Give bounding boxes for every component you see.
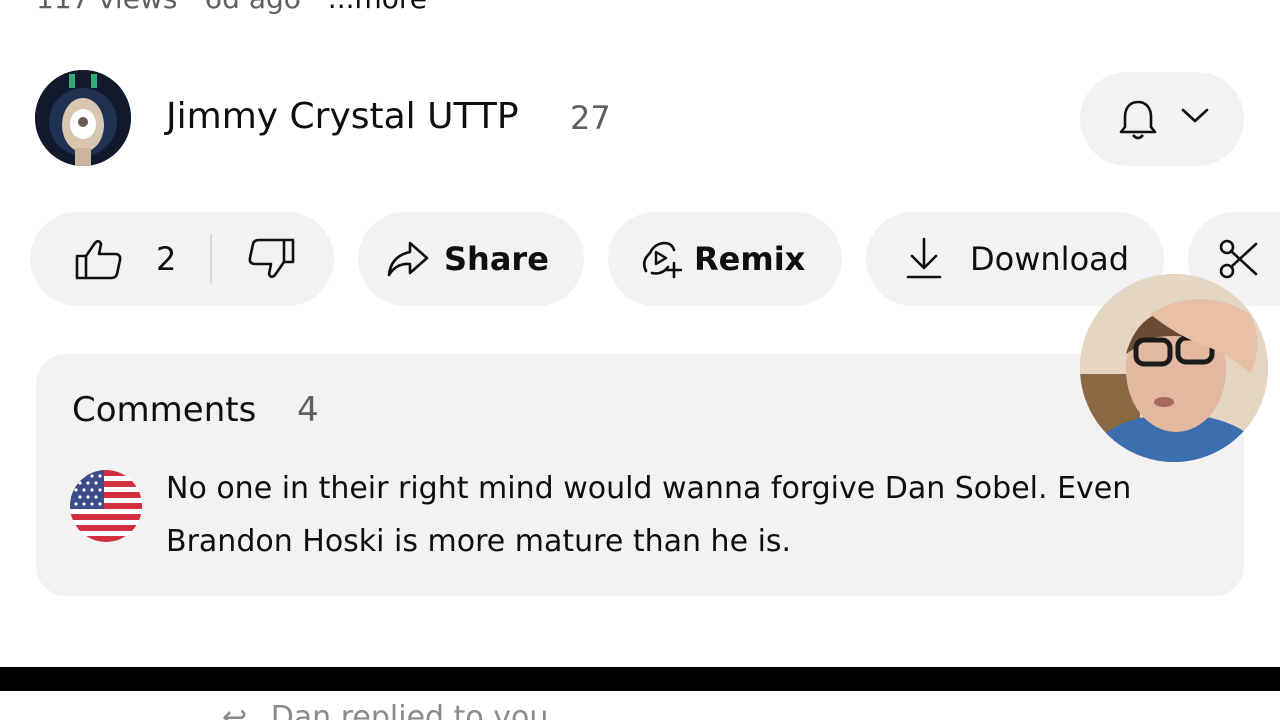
like-button[interactable]: 2 [30, 212, 210, 306]
thumbs-down-icon [248, 238, 295, 279]
subscriber-count: 27 [570, 99, 611, 137]
video-watch-page: 117 views 6d ago ...more Jimmy Crystal U… [0, 0, 1280, 720]
download-label: Download [970, 240, 1130, 278]
webcam-overlay [1080, 274, 1268, 462]
comments-section[interactable]: Comments 4 No one in their right mind wo… [36, 354, 1244, 596]
comments-count: 4 [297, 390, 319, 430]
share-button[interactable]: Share [358, 212, 584, 306]
share-label: Share [444, 240, 549, 278]
channel-name[interactable]: Jimmy Crystal UTTP [166, 96, 519, 137]
reply-notification-text: Dan replied to you [270, 700, 549, 720]
like-count: 2 [156, 240, 177, 278]
video-meta-line[interactable]: 117 views 6d ago ...more [36, 0, 445, 15]
remix-label: Remix [694, 240, 806, 278]
share-arrow-icon [387, 241, 429, 277]
channel-avatar-image [35, 70, 131, 166]
video-actions-row: 2 Share Remix Download [0, 212, 1280, 306]
reply-arrow-icon: ↩ [222, 700, 248, 720]
notification-settings-button[interactable] [1080, 72, 1244, 166]
dislike-button[interactable] [212, 212, 334, 306]
view-count: 117 views [36, 0, 177, 15]
us-flag-icon [70, 470, 142, 542]
more-link[interactable]: ...more [328, 0, 427, 15]
bell-icon [1119, 100, 1157, 140]
divider-bar [0, 667, 1280, 691]
download-icon [906, 237, 942, 279]
remix-icon [642, 241, 682, 279]
chevron-down-icon [1181, 108, 1209, 123]
like-dislike-pill: 2 [30, 212, 334, 306]
reply-notification[interactable]: ↩ Dan replied to you [222, 700, 548, 720]
comments-title: Comments [72, 390, 257, 430]
video-age: 6d ago [204, 0, 301, 15]
channel-avatar[interactable] [35, 70, 131, 166]
webcam-person-image [1080, 274, 1268, 462]
remix-button[interactable]: Remix [608, 212, 842, 306]
commenter-avatar[interactable] [70, 470, 142, 542]
channel-row: Jimmy Crystal UTTP 27 [0, 68, 1280, 168]
top-comment-text: No one in their right mind would wanna f… [166, 471, 1132, 559]
scissors-icon [1219, 239, 1258, 279]
thumbs-up-icon [75, 239, 122, 280]
